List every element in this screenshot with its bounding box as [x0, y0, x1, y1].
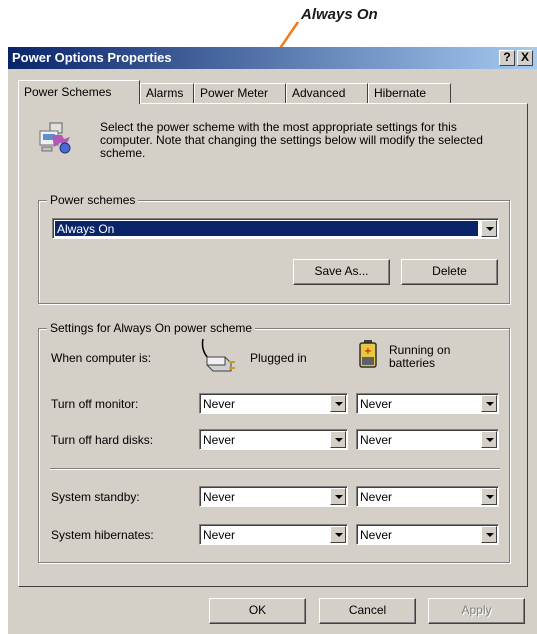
svg-text:+: +	[364, 346, 372, 357]
ok-button[interactable]: OK	[209, 598, 306, 624]
hibernate-plugged-select[interactable]: Never	[199, 524, 348, 545]
turn-off-monitor-label: Turn off monitor:	[51, 397, 139, 411]
power-plug-icon	[201, 338, 235, 372]
standby-battery-select[interactable]: Never	[356, 486, 499, 507]
system-hibernates-label: System hibernates:	[51, 528, 154, 542]
apply-button[interactable]: Apply	[428, 598, 525, 624]
tab-power-schemes[interactable]: Power Schemes	[18, 80, 140, 104]
power-schemes-group: Power schemes	[38, 193, 510, 304]
monitor-battery-select[interactable]: Never	[356, 393, 499, 414]
chevron-down-icon[interactable]	[481, 395, 497, 412]
power-scheme-value: Always On	[55, 221, 478, 236]
power-scheme-select[interactable]: Always On	[52, 218, 499, 239]
power-scheme-icon	[39, 122, 71, 154]
select-value: Never	[203, 528, 236, 542]
tab-alarms[interactable]: Alarms	[140, 83, 194, 103]
settings-group-label: Settings for Always On power scheme	[47, 321, 256, 335]
select-value: Never	[203, 397, 236, 411]
tab-advanced[interactable]: Advanced	[286, 83, 368, 103]
select-value: Never	[360, 490, 393, 504]
chevron-down-icon[interactable]	[330, 526, 346, 543]
tab-power-meter[interactable]: Power Meter	[194, 83, 286, 103]
disks-battery-select[interactable]: Never	[356, 429, 499, 450]
when-computer-label: When computer is:	[51, 351, 152, 365]
chevron-down-icon[interactable]	[481, 431, 497, 448]
window-title: Power Options Properties	[12, 50, 172, 65]
hibernate-battery-select[interactable]: Never	[356, 524, 499, 545]
chevron-down-icon[interactable]	[481, 488, 497, 505]
select-value: Never	[360, 528, 393, 542]
select-value: Never	[203, 490, 236, 504]
battery-icon: +	[359, 340, 377, 368]
chevron-down-icon[interactable]	[330, 395, 346, 412]
select-value: Never	[203, 433, 236, 447]
close-button[interactable]: X	[517, 50, 533, 66]
delete-button[interactable]: Delete	[401, 259, 498, 285]
chevron-down-icon[interactable]	[330, 488, 346, 505]
save-as-button[interactable]: Save As...	[293, 259, 390, 285]
title-bar: Power Options Properties ? X	[8, 47, 537, 69]
monitor-plugged-select[interactable]: Never	[199, 393, 348, 414]
cancel-button[interactable]: Cancel	[319, 598, 416, 624]
chevron-down-icon[interactable]	[481, 526, 497, 543]
select-value: Never	[360, 397, 393, 411]
power-schemes-label: Power schemes	[47, 193, 139, 207]
tab-hibernate[interactable]: Hibernate	[368, 83, 451, 103]
plugged-in-label: Plugged in	[250, 351, 307, 365]
power-options-window: Power Options Properties ? X Power Schem…	[8, 47, 537, 634]
disks-plugged-select[interactable]: Never	[199, 429, 348, 450]
system-standby-label: System standby:	[51, 490, 140, 504]
select-value: Never	[360, 433, 393, 447]
chevron-down-icon[interactable]	[481, 220, 497, 237]
standby-plugged-select[interactable]: Never	[199, 486, 348, 507]
help-button[interactable]: ?	[499, 50, 515, 66]
description-text: Select the power scheme with the most ap…	[100, 120, 483, 160]
chevron-down-icon[interactable]	[330, 431, 346, 448]
running-on-batteries-label: Running on batteries	[389, 343, 451, 370]
turn-off-hard-disks-label: Turn off hard disks:	[51, 433, 154, 447]
settings-divider	[50, 468, 500, 470]
annotation-label: Always On	[301, 6, 378, 23]
